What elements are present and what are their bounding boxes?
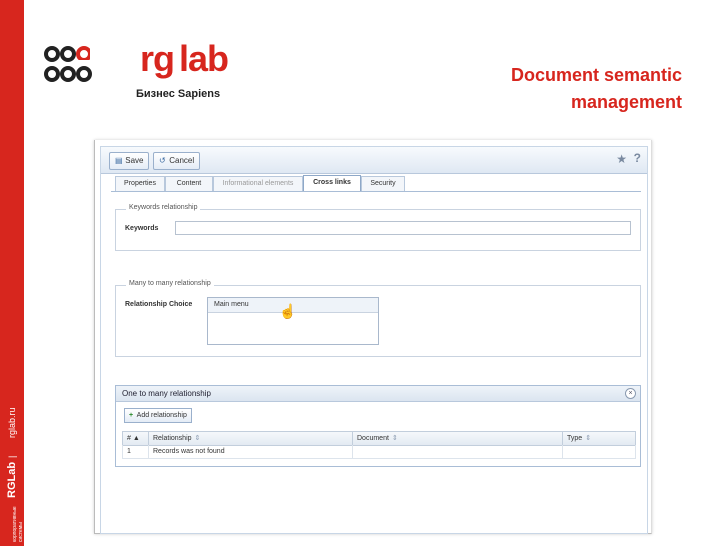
site-url: rglab.ru <box>7 407 17 438</box>
logo-lab: lab <box>179 38 229 79</box>
column-type[interactable]: Type ⇕ <box>563 432 635 445</box>
rglab-logo: rg lab Бизнес Sapiens <box>44 38 264 104</box>
help-icon[interactable]: ? <box>634 151 641 165</box>
cancel-label: Cancel <box>169 156 195 165</box>
column-relationship[interactable]: Relationship ⇕ <box>149 432 353 445</box>
tagline-line2: системы <box>18 522 24 542</box>
many-to-many-legend: Many to many relationship <box>126 280 214 287</box>
toolbar: ▤ Save ↺ Cancel ★ ? <box>101 147 647 174</box>
cell-type <box>563 445 635 458</box>
sort-icon: ⇕ <box>585 435 592 442</box>
logo-rg: rg <box>140 38 175 79</box>
keywords-legend: Keywords relationship <box>126 204 201 211</box>
sort-icon: ⇕ <box>194 435 201 442</box>
close-icon[interactable]: × <box>625 388 636 399</box>
tab-content[interactable]: Content <box>165 176 213 191</box>
column-document[interactable]: Document ⇕ <box>353 432 563 445</box>
keywords-input[interactable] <box>175 221 631 235</box>
cell-relationship: Records was not found <box>149 445 353 458</box>
tab-properties[interactable]: Properties <box>115 176 165 191</box>
left-brand-band: корпоративные системы RGLab | rglab.ru <box>0 0 24 546</box>
grid-header-row: # ▲ Relationship ⇕ Document ⇕ Type ⇕ <box>122 431 636 446</box>
keywords-label: Keywords <box>125 225 159 232</box>
slide-title-line2: management <box>570 92 682 112</box>
add-relationship-button[interactable]: + Add relationship <box>124 408 192 423</box>
tagline: корпоративные системы <box>12 506 24 542</box>
column-relationship-label: Relationship <box>153 435 192 442</box>
tab-informational-elements[interactable]: Informational elements <box>213 176 303 191</box>
add-relationship-label: Add relationship <box>136 412 187 419</box>
cancel-button[interactable]: ↺ Cancel <box>153 152 201 170</box>
column-type-label: Type <box>567 435 583 442</box>
tab-cross-links[interactable]: Cross links <box>303 175 361 191</box>
brand-name: RGLab <box>6 461 18 498</box>
column-number[interactable]: # ▲ <box>123 432 149 445</box>
save-label: Save <box>125 156 144 165</box>
slide-title-line1: Document semantic <box>510 65 682 85</box>
one-to-many-title: One to many relationship <box>122 389 211 398</box>
table-row[interactable]: 1 Records was not found <box>122 445 636 459</box>
sort-icon: ⇕ <box>391 435 398 442</box>
save-button[interactable]: ▤ Save <box>109 152 150 170</box>
tab-security[interactable]: Security <box>361 176 405 191</box>
logo-subtitle: Бизнес Sapiens <box>136 88 221 100</box>
tab-bar: Properties Content Informational element… <box>111 175 641 192</box>
plus-icon: + <box>129 412 134 419</box>
logo-red-dot-icon <box>76 46 90 60</box>
edit-form: ▤ Save ↺ Cancel ★ ? Properties Content I… <box>100 146 648 534</box>
column-number-label: # ▲ <box>127 435 140 442</box>
brand-separator: | <box>7 455 17 458</box>
hand-cursor-icon: ☝ <box>279 303 297 319</box>
star-icon[interactable]: ★ <box>616 152 627 166</box>
slide-title: Document semantic management <box>422 62 682 116</box>
relationship-choice-label: Relationship Choice <box>125 301 193 308</box>
one-to-many-header: One to many relationship × <box>116 386 640 402</box>
floppy-icon: ▤ <box>115 156 123 165</box>
cell-number: 1 <box>123 445 149 458</box>
one-to-many-panel: One to many relationship × + Add relatio… <box>115 385 641 467</box>
column-document-label: Document <box>357 435 389 442</box>
cancel-icon: ↺ <box>159 156 166 165</box>
cell-document <box>353 445 563 458</box>
